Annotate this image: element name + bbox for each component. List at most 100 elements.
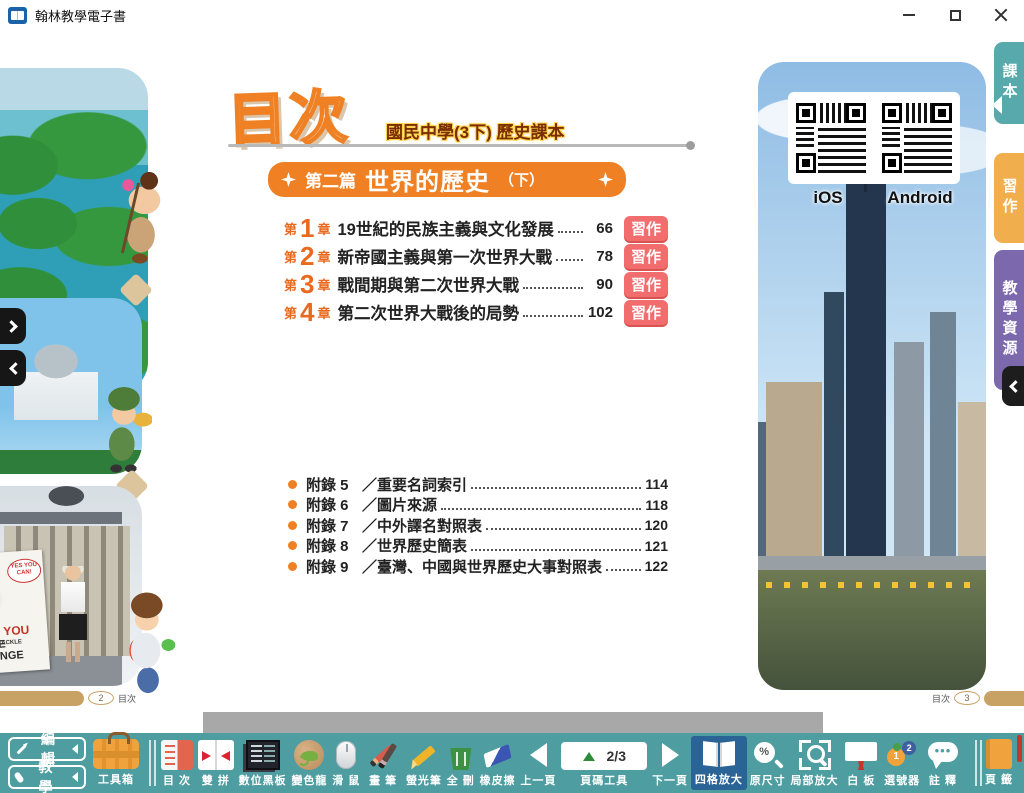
- workbook-badge[interactable]: 習作: [624, 244, 668, 269]
- tool-whiteboard[interactable]: 白 板: [841, 738, 881, 790]
- chapter-page-number: 66: [587, 220, 613, 237]
- page-number-pill: 2: [88, 691, 114, 705]
- section-title: 世界的歷史: [365, 162, 490, 197]
- qr-code-ios: [794, 101, 868, 175]
- tool-highlighter[interactable]: 螢光筆: [404, 738, 444, 790]
- tool-附錄 7[interactable]: 附錄 7 ／中外譯名對照表 120: [288, 515, 668, 536]
- appendix-page-number: 118: [645, 497, 668, 513]
- chapter-suffix: 章: [317, 247, 330, 266]
- tool-label: 橡皮擦: [480, 772, 516, 788]
- book-spread: YES YOU CAN! ANT YOU TO TACKLE MATE CHAN…: [0, 30, 1024, 733]
- bullet-icon: [288, 521, 297, 530]
- section-banner: 第二篇 世界的歷史 （下）: [268, 162, 626, 197]
- triangle-left-icon: [72, 772, 78, 782]
- delete-all-icon: [449, 748, 473, 770]
- page-number-display[interactable]: 2/3: [561, 742, 647, 770]
- pencil-icon: [17, 744, 27, 754]
- microphone-icon: [13, 771, 24, 783]
- page-forward-edge-button[interactable]: [0, 308, 26, 344]
- tool-附錄 5[interactable]: 附錄 5 ／重要名詞索引 114: [288, 474, 668, 495]
- teach-mode-button[interactable]: 教 學: [8, 765, 86, 789]
- tool-附錄 9[interactable]: 附錄 9 ／臺灣、中國與世界歷史大事對照表 122: [288, 556, 668, 577]
- app-window: 翰林教學電子書 YES YOU CAN! ANT YOU TO TACKLE M…: [0, 0, 1024, 793]
- tool-label: 選號器: [884, 772, 920, 788]
- page-tab-icon: [986, 739, 1012, 769]
- climate-poster: YES YOU CAN! ANT YOU TO TACKLE MATE CHAN…: [0, 550, 50, 675]
- tool-eraser[interactable]: 橡皮擦: [478, 738, 518, 790]
- workbook-badge[interactable]: 習作: [624, 272, 668, 297]
- tool-quad-zoom[interactable]: 四格放大: [691, 736, 747, 790]
- appendix-title[interactable]: ／中外譯名對照表: [362, 515, 482, 536]
- cartoon-reporter-character: [118, 590, 178, 700]
- chapter-number: 4: [300, 299, 314, 325]
- appendix-title[interactable]: ／臺灣、中國與世界歷史大事對照表: [362, 556, 602, 577]
- page-marker-left[interactable]: 2 目次: [0, 690, 136, 706]
- tool-附錄 8[interactable]: 附錄 8 ／世界歷史簡表 121: [288, 536, 668, 557]
- tool-label: 滑 鼠: [332, 772, 360, 788]
- page-back-edge-button[interactable]: [0, 350, 26, 386]
- tool-page-number-tool[interactable]: 2/3 頁碼工具: [559, 740, 649, 790]
- appendix-page-number: 120: [645, 517, 668, 533]
- chapter-row[interactable]: 第 1 章 19世紀的民族主義與文化發展 66 習作: [284, 214, 668, 242]
- tool-label: 四格放大: [695, 771, 743, 787]
- appendix-title[interactable]: ／重要名詞索引: [362, 474, 467, 495]
- chapter-title[interactable]: 第二次世界大戰後的局勢: [338, 300, 520, 324]
- page-tab-label: 頁 籤: [985, 771, 1013, 787]
- appendix-title[interactable]: ／世界歷史簡表: [362, 535, 467, 556]
- page-number-pill: 3: [954, 691, 980, 705]
- bookmark-bar[interactable]: [984, 691, 1024, 706]
- toolbar-separator: [149, 740, 151, 786]
- page-tab-button[interactable]: 頁 籤: [983, 737, 1015, 789]
- toolbox-button[interactable]: 工具箱: [91, 737, 141, 789]
- tool-mouse[interactable]: 滑 鼠: [330, 738, 362, 790]
- toolbar-separator: [975, 740, 977, 786]
- chapter-title[interactable]: 戰間期與第二次世界大戰: [338, 272, 520, 296]
- chapter-suffix: 章: [317, 303, 330, 322]
- page-shadow-bar: [203, 712, 823, 733]
- tab-workbook[interactable]: 習作: [994, 153, 1024, 243]
- tool-toc[interactable]: 目 次: [159, 738, 195, 790]
- minimize-button[interactable]: [886, 1, 932, 29]
- bullet-icon: [288, 541, 297, 550]
- tool-next-page[interactable]: 下一頁: [650, 738, 690, 790]
- chapter-title[interactable]: 19世紀的民族主義與文化發展: [338, 216, 554, 240]
- tool-original-size[interactable]: 原尺寸: [748, 738, 788, 790]
- dot-leader: [606, 569, 641, 571]
- tool-chameleon[interactable]: 變色龍: [289, 738, 329, 790]
- appendix-title[interactable]: ／圖片來源: [362, 494, 437, 515]
- title-bar: 翰林教學電子書: [0, 0, 1024, 30]
- tool-delete-all[interactable]: 全 刪: [445, 740, 477, 790]
- close-button[interactable]: [978, 1, 1024, 29]
- tool-annotation[interactable]: 註 釋: [923, 738, 963, 790]
- appendix-list: 附錄 5 ／重要名詞索引 114 附錄 6 ／圖片來源 118 附錄 7: [288, 474, 668, 577]
- tab-textbook[interactable]: 課本: [994, 42, 1024, 124]
- maximize-button[interactable]: [932, 1, 978, 29]
- workbook-badge[interactable]: 習作: [624, 216, 668, 241]
- workbook-badge[interactable]: 習作: [624, 300, 668, 325]
- tool-number-picker[interactable]: 選號器: [882, 738, 922, 790]
- tool-附錄 6[interactable]: 附錄 6 ／圖片來源 118: [288, 495, 668, 516]
- title-divider: [228, 144, 690, 147]
- chapter-title[interactable]: 新帝國主義與第一次世界大戰: [338, 244, 553, 268]
- chapter-row[interactable]: 第 3 章 戰間期與第二次世界大戰 90 習作: [284, 270, 668, 298]
- section-part: 第二篇: [305, 167, 356, 192]
- dot-leader: [523, 287, 583, 289]
- tool-dual-page[interactable]: 雙 拼: [196, 738, 236, 790]
- teach-mode-label: 教 學: [27, 757, 67, 793]
- dot-leader: [441, 508, 641, 510]
- chapter-row[interactable]: 第 2 章 新帝國主義與第一次世界大戰 78 習作: [284, 242, 668, 270]
- collapse-panel-button[interactable]: [1002, 366, 1024, 406]
- tool-digital-blackboard[interactable]: 數位黑板: [237, 738, 289, 790]
- tool-prev-page[interactable]: 上一頁: [518, 738, 558, 790]
- bullet-icon: [288, 562, 297, 571]
- chapter-suffix: 章: [317, 219, 330, 238]
- page-marker-right[interactable]: 目次 3: [932, 690, 1024, 706]
- chapter-prefix: 第: [284, 219, 297, 238]
- bookmark-bar[interactable]: [0, 691, 84, 706]
- tool-partial-zoom[interactable]: 局部放大: [789, 738, 841, 790]
- tool-pen[interactable]: 畫 筆: [363, 738, 403, 790]
- chapter-suffix: 章: [317, 275, 330, 294]
- chapter-row[interactable]: 第 4 章 第二次世界大戰後的局勢 102 習作: [284, 298, 668, 326]
- tool-label: 局部放大: [791, 772, 839, 788]
- tool-label: 變色龍: [291, 772, 327, 788]
